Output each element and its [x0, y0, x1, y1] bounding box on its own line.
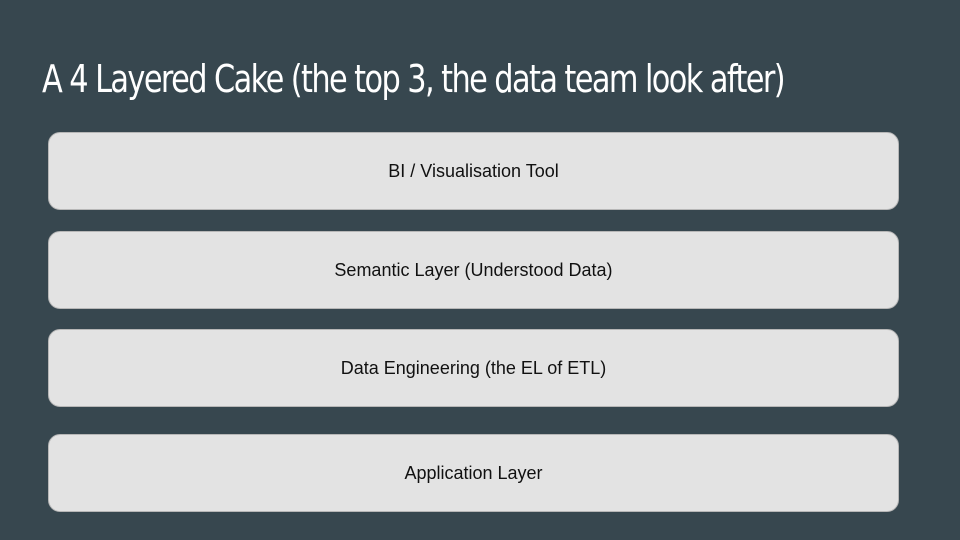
layered-cake-diagram: BI / Visualisation Tool Semantic Layer (… — [0, 0, 960, 540]
layer-label: BI / Visualisation Tool — [388, 161, 559, 181]
layer-data-engineering: Data Engineering (the EL of ETL) — [48, 329, 899, 407]
layer-semantic-layer: Semantic Layer (Understood Data) — [48, 231, 899, 309]
slide-canvas: A 4 Layered Cake (the top 3, the data te… — [0, 0, 960, 540]
layer-label: Application Layer — [404, 463, 543, 483]
layer-label: Data Engineering (the EL of ETL) — [340, 358, 607, 378]
layer-application-layer: Application Layer — [48, 434, 899, 512]
layer-label: Semantic Layer (Understood Data) — [334, 260, 613, 280]
layer-bi-visualisation-tool: BI / Visualisation Tool — [48, 132, 899, 210]
